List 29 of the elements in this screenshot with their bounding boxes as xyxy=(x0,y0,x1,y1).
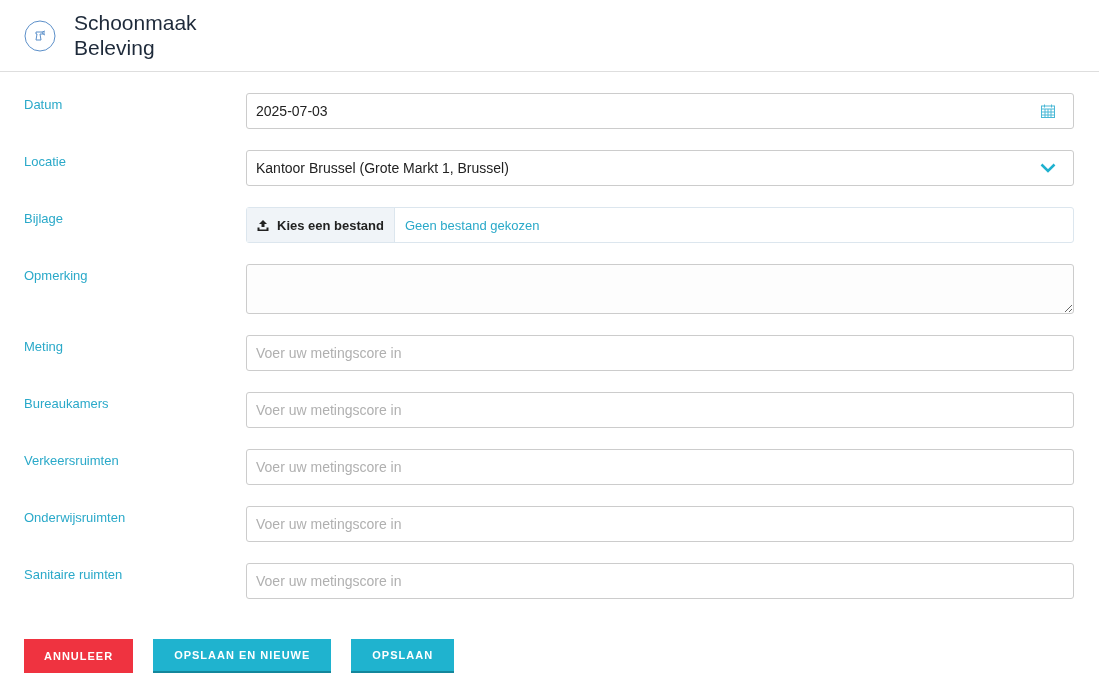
field-label: Meting xyxy=(24,338,65,356)
field-label: Bureaukamers xyxy=(24,395,110,413)
field-label: Datum xyxy=(24,96,64,114)
file-field[interactable]: Kies een bestand Geen bestand gekozen xyxy=(246,207,1074,243)
field-label: Onderwijsruimten xyxy=(24,509,127,527)
field-label: Verkeersruimten xyxy=(24,452,120,470)
choose-file-button[interactable]: Kies een bestand xyxy=(247,208,395,242)
score-input[interactable]: Voer uw metingscore in xyxy=(246,449,1074,485)
chevron-down-icon xyxy=(1040,163,1056,173)
field-label: Bijlage xyxy=(24,210,65,228)
remark-textarea[interactable] xyxy=(246,264,1074,314)
date-value: 2025-07-03 xyxy=(256,103,328,119)
file-status: Geen bestand gekozen xyxy=(403,216,540,235)
page-subtitle: Beleving xyxy=(74,34,156,61)
upload-icon xyxy=(257,219,269,231)
score-input[interactable]: Voer uw metingscore in xyxy=(246,335,1074,371)
field-label: Opmerking xyxy=(24,267,89,285)
score-input[interactable]: Voer uw metingscore in xyxy=(246,392,1074,428)
page-title: Schoonmaak xyxy=(74,10,197,35)
dropdown-value: Kantoor Brussel (Grote Markt 1, Brussel) xyxy=(256,160,509,176)
cancel-button[interactable]: ANNULEER xyxy=(24,639,134,673)
field-label: Locatie xyxy=(24,153,67,171)
score-input[interactable]: Voer uw metingscore in xyxy=(246,506,1074,542)
score-input[interactable]: Voer uw metingscore in xyxy=(246,563,1074,599)
date-field[interactable]: 2025-07-03 xyxy=(246,93,1074,129)
calendar-icon xyxy=(1040,103,1056,119)
spray-bottle-icon xyxy=(24,19,56,52)
location-dropdown[interactable]: Kantoor Brussel (Grote Markt 1, Brussel) xyxy=(246,150,1074,186)
field-label: Sanitaire ruimten xyxy=(24,566,124,584)
